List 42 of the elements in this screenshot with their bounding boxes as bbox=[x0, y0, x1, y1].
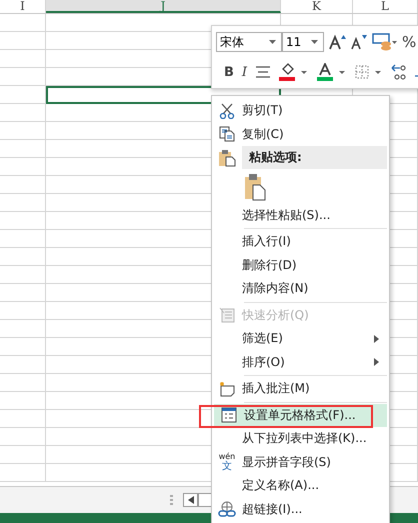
menu-item[interactable]: 清除内容(N) bbox=[212, 277, 389, 300]
fill-color-icon[interactable] bbox=[279, 63, 310, 81]
column-header[interactable]: L bbox=[353, 0, 418, 13]
increase-decimal-icon[interactable] bbox=[391, 64, 408, 80]
left-arrow-icon bbox=[188, 496, 194, 504]
menu-item[interactable]: 超链接(I)... bbox=[212, 498, 389, 521]
grow-font-icon[interactable] bbox=[328, 34, 346, 50]
menu-item[interactable]: 定义名称(A)... bbox=[212, 474, 389, 498]
menu-item[interactable]: 插入批注(M) bbox=[212, 377, 389, 400]
borders-icon[interactable] bbox=[355, 65, 384, 79]
bold-button[interactable]: B bbox=[224, 64, 234, 80]
menu-item[interactable]: 插入行(I) bbox=[212, 230, 389, 254]
menu-item[interactable]: 筛选(E) bbox=[212, 327, 389, 350]
font-color-icon[interactable] bbox=[317, 63, 348, 81]
cell-styles-icon[interactable] bbox=[372, 33, 398, 51]
hyperlink-icon bbox=[218, 501, 236, 518]
menu-item[interactable]: 剪切(T) bbox=[212, 99, 389, 122]
paste-button[interactable] bbox=[244, 172, 266, 200]
pinyin-icon: wén 文 bbox=[218, 452, 236, 472]
font-size-field[interactable]: 11 bbox=[282, 32, 324, 52]
new-comment-icon bbox=[218, 380, 236, 397]
scissors-icon bbox=[219, 102, 235, 119]
menu-item[interactable]: 排序(O) bbox=[212, 350, 389, 374]
format-cells-icon bbox=[221, 407, 237, 424]
italic-button[interactable]: I bbox=[242, 64, 248, 80]
dropdown-icon bbox=[269, 40, 276, 44]
percent-button[interactable]: % bbox=[402, 33, 416, 51]
font-name-field[interactable]: 宋体 bbox=[216, 32, 282, 52]
menu-item[interactable]: 删除行(D) bbox=[212, 254, 389, 277]
clipboard-icon bbox=[218, 148, 236, 167]
splitter-handle[interactable] bbox=[170, 494, 173, 506]
copy-icon bbox=[219, 126, 235, 142]
dropdown-icon bbox=[311, 40, 318, 44]
column-header[interactable]: K bbox=[281, 0, 353, 13]
align-center-icon[interactable] bbox=[255, 66, 272, 78]
menu-item[interactable]: 选择性粘贴(S)... bbox=[212, 204, 389, 227]
quick-analysis-icon bbox=[219, 307, 235, 324]
shrink-font-icon[interactable] bbox=[350, 34, 368, 50]
menu-item[interactable]: 从下拉列表中选择(K)... bbox=[212, 427, 389, 450]
paste-options-header: 粘贴选项: bbox=[242, 146, 387, 170]
menu-item[interactable]: 复制(C) bbox=[212, 122, 389, 146]
scroll-left-button[interactable] bbox=[183, 493, 198, 507]
